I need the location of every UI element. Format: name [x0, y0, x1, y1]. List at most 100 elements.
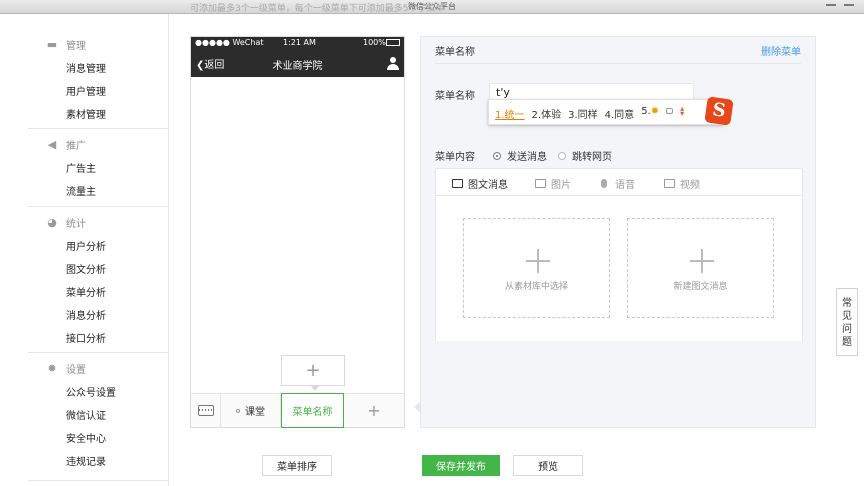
save-publish-button[interactable]: 保存并发布	[422, 455, 500, 476]
sidebar-group-promote: ◀ 推广	[46, 137, 86, 152]
editor-divider	[435, 63, 801, 64]
sidebar-item-verification[interactable]: 微信认证	[66, 407, 106, 422]
menu-content-label: 菜单内容	[435, 152, 475, 163]
tab-news[interactable]: 图文消息	[452, 176, 508, 191]
preview-button[interactable]: 预览	[513, 455, 583, 476]
pie-chart-icon: ◕	[47, 215, 57, 229]
faq-char: 题	[842, 337, 852, 348]
menu-editor-panel: 菜单名称 删除菜单 菜单名称 t'y 1.统一 2.体验 3.同样 4.同意 5…	[414, 36, 816, 428]
tab-label: 图文消息	[468, 180, 508, 191]
sidebar-item-message-analysis[interactable]: 消息分析	[66, 307, 106, 322]
menu-item-label: 课堂	[245, 407, 265, 418]
phone-header: ●●●●● WeChat 1:21 AM 100% ❮返回 术业商学院	[191, 37, 404, 77]
video-camera-icon	[664, 179, 675, 188]
keyboard-icon[interactable]	[191, 394, 221, 427]
ime-candidate-window: 1.统一 2.体验 3.同样 4.同意 5.✹ ▴ ▾	[488, 99, 724, 125]
radio-label: 跳转网页	[572, 152, 612, 163]
tab-video[interactable]: 视频	[664, 176, 700, 191]
new-article-card[interactable]: 新建图文消息	[627, 218, 774, 318]
radio-unchecked-icon	[558, 151, 566, 160]
sidebar-item-messages[interactable]: 消息管理	[66, 60, 106, 75]
left-gutter	[0, 14, 28, 486]
phone-menu-bar: 课堂 菜单名称 +	[191, 393, 404, 428]
sidebar-group-title: 统计	[66, 218, 86, 230]
ime-candidate-5[interactable]: 5.✹	[641, 106, 659, 121]
plus-icon	[690, 249, 714, 273]
sidebar-group-manage: ▬ 管理	[46, 37, 86, 52]
delete-menu-link[interactable]: 删除菜单	[761, 43, 801, 58]
ime-candidate-3[interactable]: 3.同样	[568, 106, 598, 121]
tab-voice[interactable]: 语音	[601, 176, 635, 191]
status-time: 1:21 AM	[283, 38, 316, 47]
megaphone-icon: ◀	[47, 137, 57, 151]
sidebar-item-user-analysis[interactable]: 用户分析	[66, 238, 106, 253]
sidebar-item-account-settings[interactable]: 公众号设置	[66, 384, 116, 399]
sidebar-item-api-analysis[interactable]: 接口分析	[66, 330, 106, 345]
menu-name-label: 菜单名称	[435, 91, 475, 102]
ime-candidate-4[interactable]: 4.同意	[605, 106, 635, 121]
sidebar-divider	[28, 206, 169, 207]
plus-icon	[526, 249, 550, 273]
tab-body: 从素材库中选择 新建图文消息	[436, 196, 802, 341]
sidebar-item-article-analysis[interactable]: 图文分析	[66, 261, 106, 276]
radio-send-message[interactable]: 发送消息	[493, 148, 547, 163]
ime-candidate-2[interactable]: 2.体验	[532, 106, 562, 121]
content-tabs: 图文消息 图片 语音 视频	[436, 169, 802, 196]
tab-label: 语音	[615, 180, 635, 191]
sidebar-item-security[interactable]: 安全中心	[66, 430, 106, 445]
card-label: 新建图文消息	[673, 282, 728, 292]
sidebar-divider	[28, 352, 169, 353]
ime-candidate-5-label: 5.	[641, 106, 651, 117]
person-icon[interactable]	[387, 57, 399, 70]
radio-checked-icon	[493, 151, 501, 160]
add-submenu-button[interactable]: +	[281, 355, 345, 391]
menu-item-classroom[interactable]: 课堂	[221, 394, 281, 427]
menu-limit-hint: 可添加最多3个一级菜单，每个一级菜单下可添加最多5个子菜单	[190, 4, 445, 14]
sort-menu-button[interactable]: 菜单排序	[262, 455, 332, 476]
ime-page-arrows-icon[interactable]: ▴ ▾	[680, 105, 684, 121]
editor-header-title: 菜单名称	[435, 47, 475, 58]
submenu-dot-icon	[236, 408, 240, 413]
sidebar: ▬ 管理 消息管理 用户管理 素材管理 ◀ 推广 广告主 流量主 ◕ 统计 用户…	[28, 14, 169, 486]
sun-emoji-icon: ✹	[650, 106, 660, 117]
news-icon	[452, 179, 463, 188]
gear-icon: ✹	[47, 361, 57, 375]
faq-char: 见	[842, 311, 852, 322]
tab-image[interactable]: 图片	[535, 176, 571, 191]
image-icon	[535, 179, 546, 188]
battery-icon	[386, 39, 400, 46]
sidebar-divider	[28, 128, 169, 129]
sidebar-item-menu-analysis[interactable]: 菜单分析	[66, 284, 106, 299]
card-label: 从素材库中选择	[504, 282, 568, 292]
window-minimize-button[interactable]	[826, 4, 836, 6]
phone-title: 术业商学院	[272, 61, 323, 72]
menu-item-selected[interactable]: 菜单名称	[281, 393, 344, 428]
phone-preview: ●●●●● WeChat 1:21 AM 100% ❮返回 术业商学院 + 课堂…	[190, 36, 405, 428]
radio-jump-page[interactable]: 跳转网页	[558, 148, 612, 163]
add-menu-button[interactable]: +	[344, 394, 404, 427]
window-close-button[interactable]	[844, 4, 854, 6]
sidebar-group-title: 管理	[66, 40, 86, 52]
sidebar-item-publisher[interactable]: 流量主	[66, 183, 96, 198]
tab-label: 图片	[551, 180, 571, 191]
tab-label: 视频	[680, 180, 700, 191]
faq-char: 常	[842, 298, 852, 309]
microphone-icon	[601, 179, 607, 188]
message-content-box: 图文消息 图片 语音 视频 从素材库中选择 新建图文消息	[435, 168, 803, 341]
sidebar-item-advertiser[interactable]: 广告主	[66, 160, 96, 175]
sidebar-divider	[28, 480, 169, 481]
sidebar-item-materials[interactable]: 素材管理	[66, 106, 106, 121]
sidebar-group-stats: ◕ 统计	[46, 215, 86, 230]
radio-label: 发送消息	[507, 152, 547, 163]
sidebar-group-settings: ✹ 设置	[46, 361, 86, 376]
ime-candidate-1[interactable]: 1.统一	[495, 106, 525, 121]
faq-button[interactable]: 常 见 问 题	[836, 288, 858, 356]
sidebar-group-title: 设置	[66, 364, 86, 376]
faq-char: 问	[842, 324, 852, 335]
sogou-logo-icon: S	[704, 96, 734, 126]
ime-candidates: 1.统一 2.体验 3.同样 4.同意 5.✹ ▴ ▾	[495, 105, 684, 122]
sidebar-item-users[interactable]: 用户管理	[66, 83, 106, 98]
sidebar-item-violations[interactable]: 违规记录	[66, 453, 106, 468]
status-battery: 100%	[363, 38, 386, 47]
choose-from-library-card[interactable]: 从素材库中选择	[463, 218, 610, 318]
